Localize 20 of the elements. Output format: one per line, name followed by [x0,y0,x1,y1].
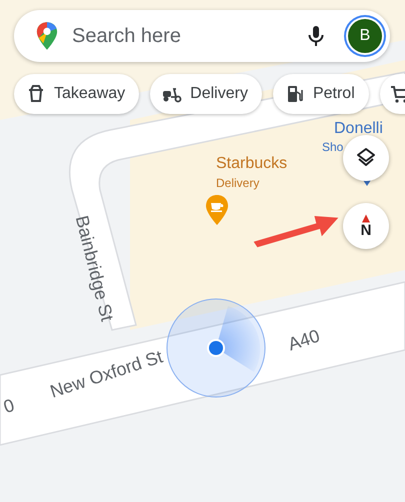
street-label: Bainbridge St [70,214,118,324]
street-label: New Oxford St [48,346,166,403]
category-chip[interactable]: Takeaway [14,74,140,114]
street-label: 0 [1,394,18,418]
location-marker-icon [166,298,266,398]
compass-needle-icon [362,214,370,223]
category-chip[interactable]: Delivery [150,74,262,114]
street-label: A40 [286,326,322,356]
place-label[interactable]: Donelli [334,120,383,138]
search-field[interactable]: Search here [70,24,292,48]
account-avatar[interactable]: B [348,19,382,53]
place-subtitle: Delivery [216,176,260,190]
map-view[interactable]: Search here B Takeaway Delivery Petrol Starbucks Delivery Donelli Sho Bainbridge St New Oxford St A40 0 N [0,0,405,502]
category-chip[interactable]: Petrol [272,74,369,114]
place-subtitle: Sho [322,140,344,154]
takeaway-box-icon [26,84,46,104]
shopping-cart-icon [390,84,405,104]
cafe-marker-icon[interactable] [205,194,229,226]
search-bar[interactable]: Search here B [14,10,390,62]
maps-pin-icon [36,21,58,51]
